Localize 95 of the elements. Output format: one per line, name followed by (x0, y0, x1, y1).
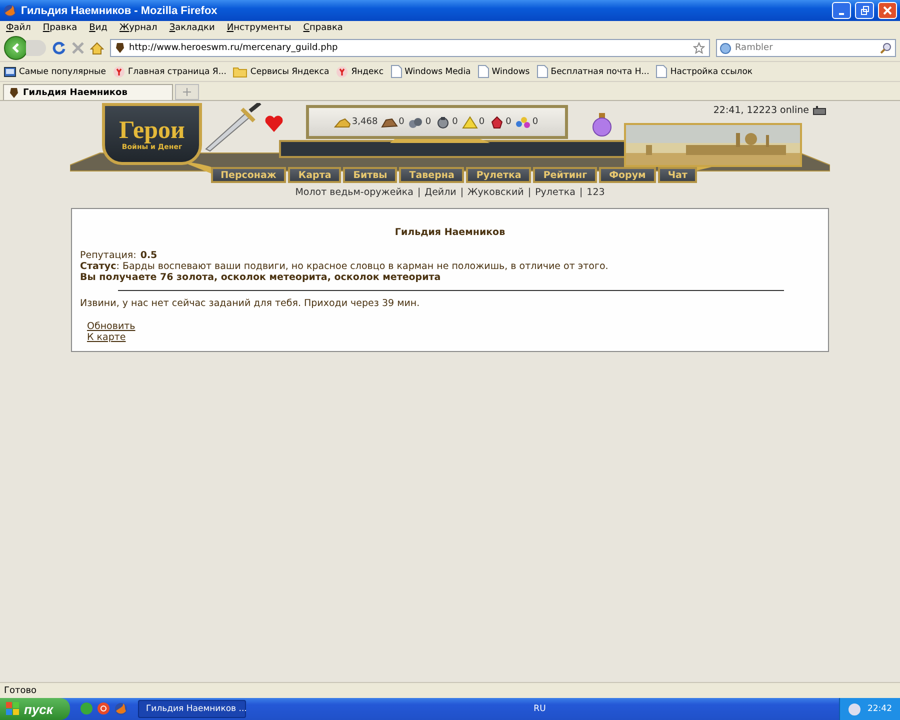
globe-icon[interactable] (80, 702, 93, 715)
message-text: Извини, у нас нет сейчас заданий для тебя. Приходи через 39 мин. (80, 298, 421, 309)
restore-button[interactable] (855, 2, 874, 19)
separator-text: | (528, 187, 532, 198)
yandex-icon (112, 66, 125, 78)
nav-button[interactable]: Рейтинг (533, 167, 598, 183)
browser-tab[interactable]: Гильдия Наемников (3, 84, 173, 100)
mailbox-icon[interactable] (813, 106, 826, 115)
plus-icon (183, 88, 191, 96)
page-icon (390, 65, 402, 78)
resource-count: 0 (532, 117, 538, 127)
reputation-label: Репутация: (80, 250, 136, 261)
separator-text: | (417, 187, 421, 198)
search-field[interactable]: Rambler (735, 41, 876, 55)
resource-count: 0 (452, 117, 458, 127)
nav-button[interactable]: Карта (288, 167, 342, 183)
nav-button[interactable]: Битвы (343, 167, 398, 183)
quick-link[interactable]: Жуковский (468, 187, 524, 198)
nav-button[interactable]: Форум (599, 167, 656, 183)
popular-icon (4, 66, 16, 78)
quick-link[interactable]: 123 (586, 187, 605, 198)
new-tab-button[interactable] (175, 84, 199, 100)
potion-icon (592, 113, 612, 137)
quick-link[interactable]: Рулетка (535, 187, 576, 198)
bookmark-link[interactable]: Сервисы Яндекса (250, 66, 330, 76)
site-icon (115, 42, 125, 54)
taskbar-button[interactable]: Гильдия Наемников ... (138, 700, 246, 718)
resource-count: 0 (478, 117, 485, 127)
reload-icon[interactable] (52, 41, 66, 55)
home-icon[interactable] (90, 42, 104, 54)
globe-icon (720, 42, 731, 54)
bookmark-link[interactable]: Бесплатная почта Н... (550, 66, 650, 76)
gems-icon (514, 115, 532, 129)
menu-item[interactable]: Журнал (119, 23, 158, 33)
close-icon (883, 6, 892, 15)
page-icon (656, 65, 668, 78)
heart-icon (264, 115, 284, 133)
menu-item[interactable]: Инструменты (226, 23, 292, 33)
search-icon[interactable] (880, 42, 892, 54)
search-box[interactable]: Rambler (716, 39, 896, 57)
page-link[interactable]: Обновить (87, 321, 136, 332)
language-indicator[interactable]: RU (534, 704, 546, 714)
window-title: Гильдия Наемников - Mozilla Firefox (21, 4, 218, 16)
restore-icon (860, 6, 869, 15)
reputation-value: 0.5 (140, 250, 158, 261)
panel-title: Гильдия Наемников (394, 227, 506, 238)
close-button[interactable] (878, 2, 897, 19)
resource-count: 0 (425, 117, 432, 127)
quick-link[interactable]: Дейли (424, 187, 456, 198)
menu-item[interactable]: Файл (6, 23, 31, 33)
nav-button[interactable]: Рулетка (466, 167, 532, 183)
page-icon (536, 65, 548, 78)
windows-logo-icon (6, 702, 20, 716)
bookmark-link[interactable]: Windows (492, 66, 530, 76)
nav-button[interactable]: Персонаж (210, 167, 286, 183)
logo-title: Герои (119, 118, 185, 142)
status-text: Статус: Барды воспевают ваши подвиги, но красное словцо в карман не положишь, в отличие от этого. (80, 261, 610, 272)
status-text: Готово (4, 686, 37, 696)
server-info: 22:41, 12223 online (713, 105, 809, 116)
menu-item[interactable]: Закладки (169, 23, 215, 33)
site-icon (9, 86, 19, 98)
tray-icon[interactable] (848, 702, 862, 716)
bookmark-link[interactable]: Самые популярные (19, 66, 106, 76)
pyramid-icon (460, 115, 478, 129)
nav-button[interactable]: Чат (658, 167, 698, 183)
firefox-icon (114, 702, 128, 716)
minimize-button[interactable] (832, 2, 851, 19)
back-button[interactable] (4, 36, 28, 60)
quick-link[interactable]: Молот ведьм-оружейка (295, 187, 414, 198)
resource-count: 0 (506, 117, 512, 127)
yandex-icon (336, 66, 348, 78)
menu-item[interactable]: Вид (89, 23, 108, 33)
nav-button[interactable]: Таверна (399, 167, 464, 183)
separator-text: | (460, 187, 464, 198)
clock: 22:42 (867, 704, 892, 714)
bookmark-link[interactable]: Яндекс (351, 66, 384, 76)
page-icon (478, 65, 489, 78)
ore-icon (407, 115, 424, 129)
firefox-icon (3, 4, 17, 18)
minimize-icon (839, 12, 844, 14)
bookmark-link[interactable]: Главная страница Я... (128, 66, 226, 76)
resource-count: 3,468 (352, 117, 378, 127)
folder-icon (233, 66, 248, 78)
menu-item[interactable]: Правка (42, 23, 78, 33)
separator-text: | (579, 187, 583, 198)
reward-text: Вы получаете 76 золота, осколок метеорита, осколок метеорита (80, 272, 442, 283)
star-icon[interactable] (693, 42, 705, 54)
at-sign-icon[interactable] (97, 702, 110, 715)
bookmark-link[interactable]: Windows Media (404, 66, 471, 76)
resource-count: 0 (398, 117, 404, 127)
page-link[interactable]: К карте (87, 332, 126, 343)
address-field[interactable]: http://www.heroeswm.ru/mercenary_guild.php (129, 41, 689, 55)
bookmark-link[interactable]: Настройка ссылок (670, 66, 753, 76)
menu-item[interactable]: Справка (303, 23, 343, 33)
address-bar[interactable]: http://www.heroeswm.ru/mercenary_guild.php (110, 39, 710, 57)
